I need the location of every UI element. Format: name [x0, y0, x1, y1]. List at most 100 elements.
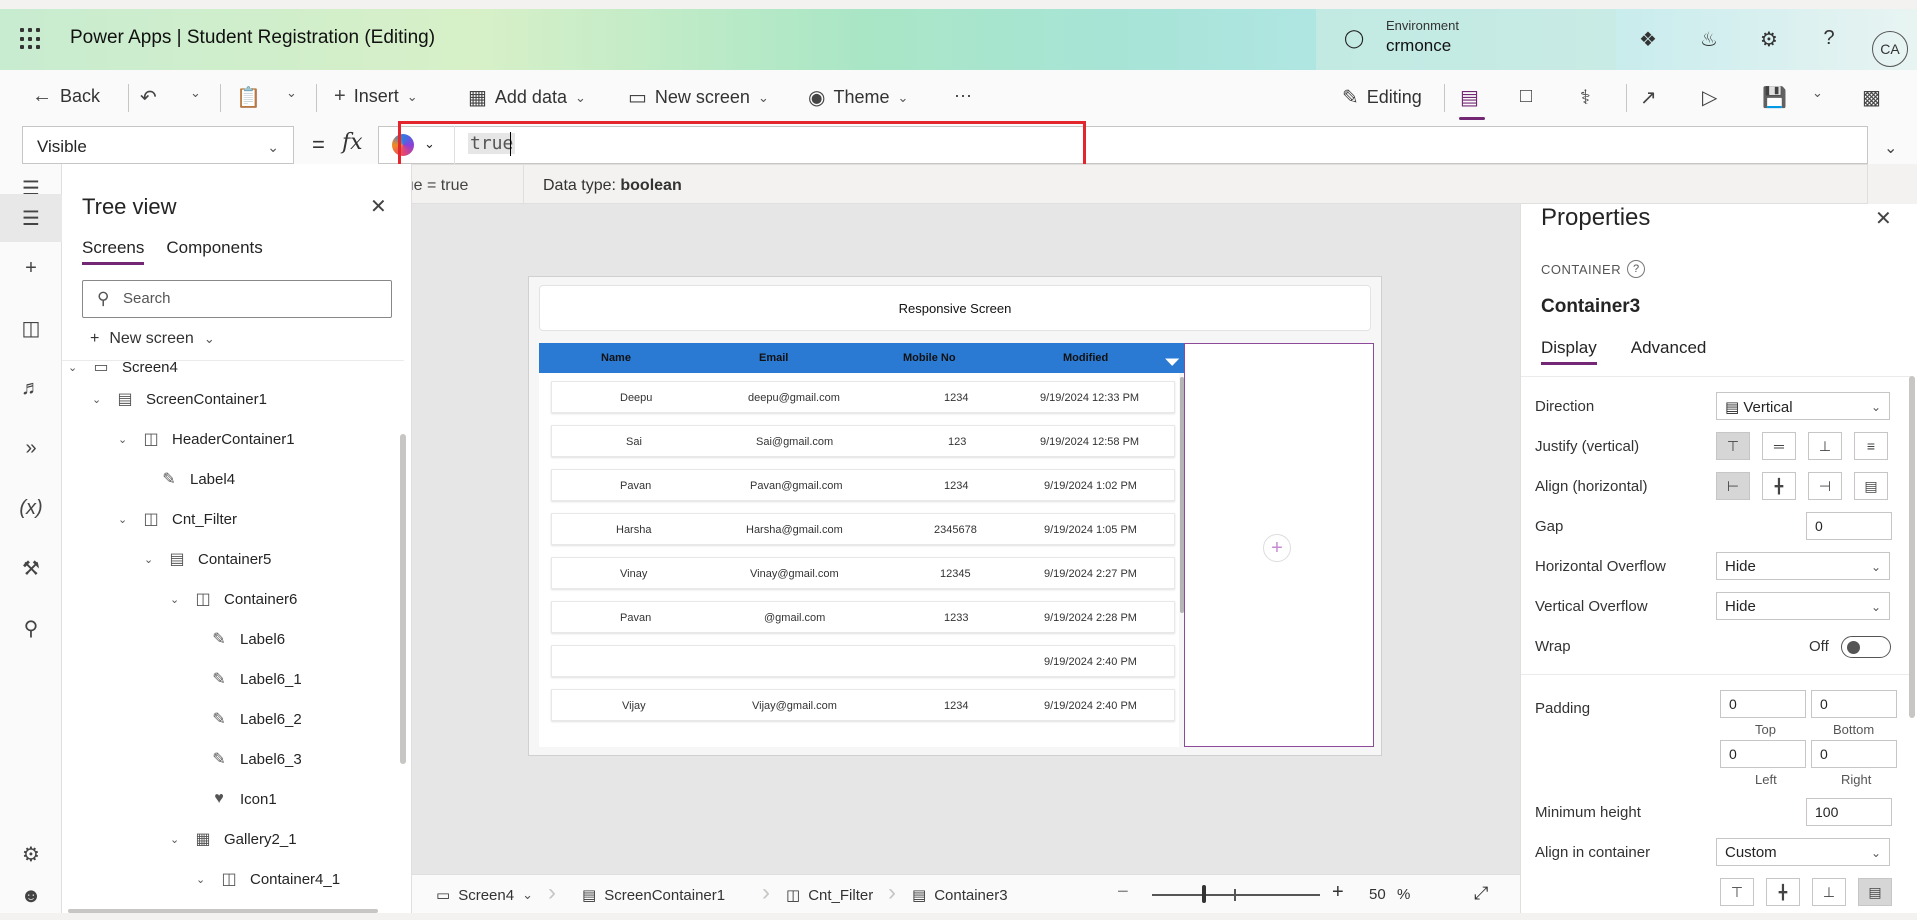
bell-icon[interactable]: ♨	[1697, 27, 1721, 52]
table-row[interactable]: Deepu deepu@gmail.com 1234 9/19/2024 12:33 …	[551, 381, 1175, 413]
chevron-down-icon[interactable]: ⌄	[92, 393, 104, 406]
table-row[interactable]: Vinay Vinay@gmail.com 12345 9/19/2024 2:27 …	[551, 557, 1175, 589]
database-icon[interactable]: ◫	[0, 304, 62, 352]
breadcrumb-screen4[interactable]: ▭ Screen4 ⌄	[436, 886, 533, 905]
new-screen-button[interactable]: + New screen ⌄	[90, 330, 215, 348]
tree-item[interactable]: ⌄ ◫ Container4_1	[196, 859, 340, 899]
tree-item[interactable]: ✎ Label4	[158, 459, 235, 499]
table-row[interactable]: 9/19/2024 2:40 PM	[551, 645, 1175, 677]
undo-button[interactable]: ↶	[140, 85, 157, 110]
chevron-down-icon[interactable]: ⌄	[118, 433, 130, 446]
gallery[interactable]: Deepu deepu@gmail.com 1234 9/19/2024 12:33 …	[539, 373, 1179, 747]
avatar[interactable]: CA	[1872, 31, 1908, 67]
chevron-down-icon[interactable]: ⌄	[68, 361, 80, 374]
align-self-stretch-button[interactable]: ▤	[1858, 878, 1892, 906]
align-left-button[interactable]: ⊢	[1716, 472, 1750, 500]
zoom-slider[interactable]	[1152, 894, 1320, 896]
align-self-start-button[interactable]: ⊤	[1720, 878, 1754, 906]
publish-button[interactable]: ▩	[1862, 85, 1881, 110]
back-button[interactable]: ← Back	[32, 85, 100, 108]
insert-button[interactable]: + Insert ⌄	[334, 85, 418, 108]
control-name[interactable]: Container3	[1541, 296, 1640, 318]
min-height-input[interactable]: 100	[1806, 798, 1892, 826]
tree-item[interactable]: ✎ Label6	[208, 619, 285, 659]
tree-item[interactable]: ✎ Label6_3	[208, 739, 301, 779]
close-icon[interactable]: ✕	[1875, 206, 1892, 231]
justify-top-button[interactable]: ⊤	[1716, 432, 1750, 460]
wrap-toggle[interactable]	[1841, 636, 1891, 658]
tree-item[interactable]: ✎ Label6_1	[208, 659, 301, 699]
justify-bottom-button[interactable]: ⊥	[1808, 432, 1842, 460]
health-button[interactable]: ⚕	[1580, 85, 1591, 110]
help-icon[interactable]: ?	[1817, 27, 1841, 50]
more-button[interactable]: ···	[954, 85, 972, 106]
fit-to-window-icon[interactable]: ⤢	[1474, 883, 1488, 904]
grid-header[interactable]: Name Email Mobile No Modified ⏷	[539, 343, 1184, 373]
container3-selected[interactable]: +	[1184, 343, 1374, 747]
align-right-button[interactable]: ⊣	[1808, 472, 1842, 500]
tab-display[interactable]: Display	[1541, 338, 1597, 365]
variables-icon[interactable]: (x)	[0, 484, 62, 532]
paste-button[interactable]: 📋	[236, 85, 261, 110]
tree-search-input[interactable]: ⚲ Search	[82, 280, 392, 318]
layers-icon[interactable]: ☰	[0, 194, 62, 242]
table-row[interactable]: Pavan Pavan@gmail.com 1234 9/19/2024 1:02 P…	[551, 469, 1175, 501]
table-row[interactable]: Pavan @gmail.com 1233 9/19/2024 2:28 PM	[551, 601, 1175, 633]
app-screen-preview[interactable]: Responsive Screen Name Email Mobile No M…	[528, 276, 1382, 756]
chevron-down-icon[interactable]: ⌄	[118, 513, 130, 526]
save-dropdown[interactable]: ⌄	[1812, 85, 1823, 101]
add-control-icon[interactable]: +	[1263, 534, 1291, 562]
scrollbar[interactable]	[400, 434, 406, 764]
preview-button[interactable]: ▷	[1702, 85, 1717, 110]
app-launcher-icon[interactable]	[20, 28, 42, 50]
expand-formula-icon[interactable]: ⌄	[1884, 138, 1897, 158]
editing-button[interactable]: ✎ Editing	[1342, 85, 1422, 110]
horizontal-overflow-dropdown[interactable]: Hide ⌄	[1716, 552, 1890, 580]
add-data-button[interactable]: ▦ Add data ⌄	[468, 85, 586, 110]
tree-item[interactable]: ♥ Icon1	[208, 779, 276, 819]
tree-item[interactable]: ⌄ ◫ Container6	[170, 579, 297, 619]
tab-advanced[interactable]: Advanced	[1631, 338, 1707, 365]
scrollbar[interactable]	[1909, 376, 1915, 718]
gap-input[interactable]: 0	[1806, 512, 1892, 540]
table-row[interactable]: Vijay Vijay@gmail.com 1234 9/19/2024 2:40 P…	[551, 689, 1175, 721]
filter-icon[interactable]: ⏷	[1165, 352, 1179, 373]
table-row[interactable]: Sai Sai@gmail.com 123 9/19/2024 12:58 PM	[551, 425, 1175, 457]
breadcrumb-cnt-filter[interactable]: ◫ Cnt_Filter	[786, 886, 873, 905]
tree-item[interactable]: ⌄ ▤ Container5	[144, 539, 271, 579]
tree-item[interactable]: ⌄ ▤ ScreenContainer1	[92, 379, 267, 419]
align-self-center-button[interactable]: ╋	[1766, 878, 1800, 906]
zoom-slider-thumb[interactable]	[1202, 885, 1206, 903]
save-button[interactable]: 💾	[1762, 85, 1787, 110]
zoom-out-button[interactable]: −	[1117, 881, 1129, 904]
paste-dropdown[interactable]: ⌄	[286, 85, 297, 101]
power-automate-icon[interactable]: »	[0, 424, 62, 472]
chevron-down-icon[interactable]: ⌄	[170, 833, 182, 846]
direction-dropdown[interactable]: ▤ Vertical ⌄	[1716, 392, 1890, 420]
plus-icon[interactable]: +	[0, 244, 62, 292]
app-checker-button[interactable]: ▤	[1460, 85, 1479, 110]
padding-top-input[interactable]: 0	[1720, 690, 1806, 718]
tree-item[interactable]: ⌄ ▦ Gallery2_1	[170, 819, 297, 859]
align-self-end-button[interactable]: ⊥	[1812, 878, 1846, 906]
screen-header[interactable]: Responsive Screen	[539, 285, 1371, 331]
zoom-value[interactable]: 50	[1369, 886, 1386, 903]
tools-icon[interactable]: ⚒	[0, 544, 62, 592]
media-icon[interactable]: ♬	[0, 364, 62, 412]
horizontal-scrollbar[interactable]	[68, 909, 378, 913]
align-stretch-button[interactable]: ▤	[1854, 472, 1888, 500]
padding-right-input[interactable]: 0	[1811, 740, 1897, 768]
tab-components[interactable]: Components	[166, 238, 262, 265]
vertical-overflow-dropdown[interactable]: Hide ⌄	[1716, 592, 1890, 620]
settings-icon[interactable]: ⚙	[0, 830, 62, 878]
environment-picker[interactable]: ◯ Environment crmonce	[1316, 9, 1616, 70]
chevron-down-icon[interactable]: ⌄	[196, 873, 208, 886]
chevron-down-icon[interactable]: ⌄	[144, 553, 156, 566]
gear-icon[interactable]: ⚙	[1757, 27, 1781, 52]
padding-bottom-input[interactable]: 0	[1811, 690, 1897, 718]
padding-left-input[interactable]: 0	[1720, 740, 1806, 768]
breadcrumb-container3[interactable]: ▤ Container3	[912, 886, 1008, 905]
share-button[interactable]: ↗	[1640, 85, 1657, 110]
justify-space-button[interactable]: ≡	[1854, 432, 1888, 460]
new-screen-button[interactable]: ▭ New screen ⌄	[628, 85, 769, 110]
